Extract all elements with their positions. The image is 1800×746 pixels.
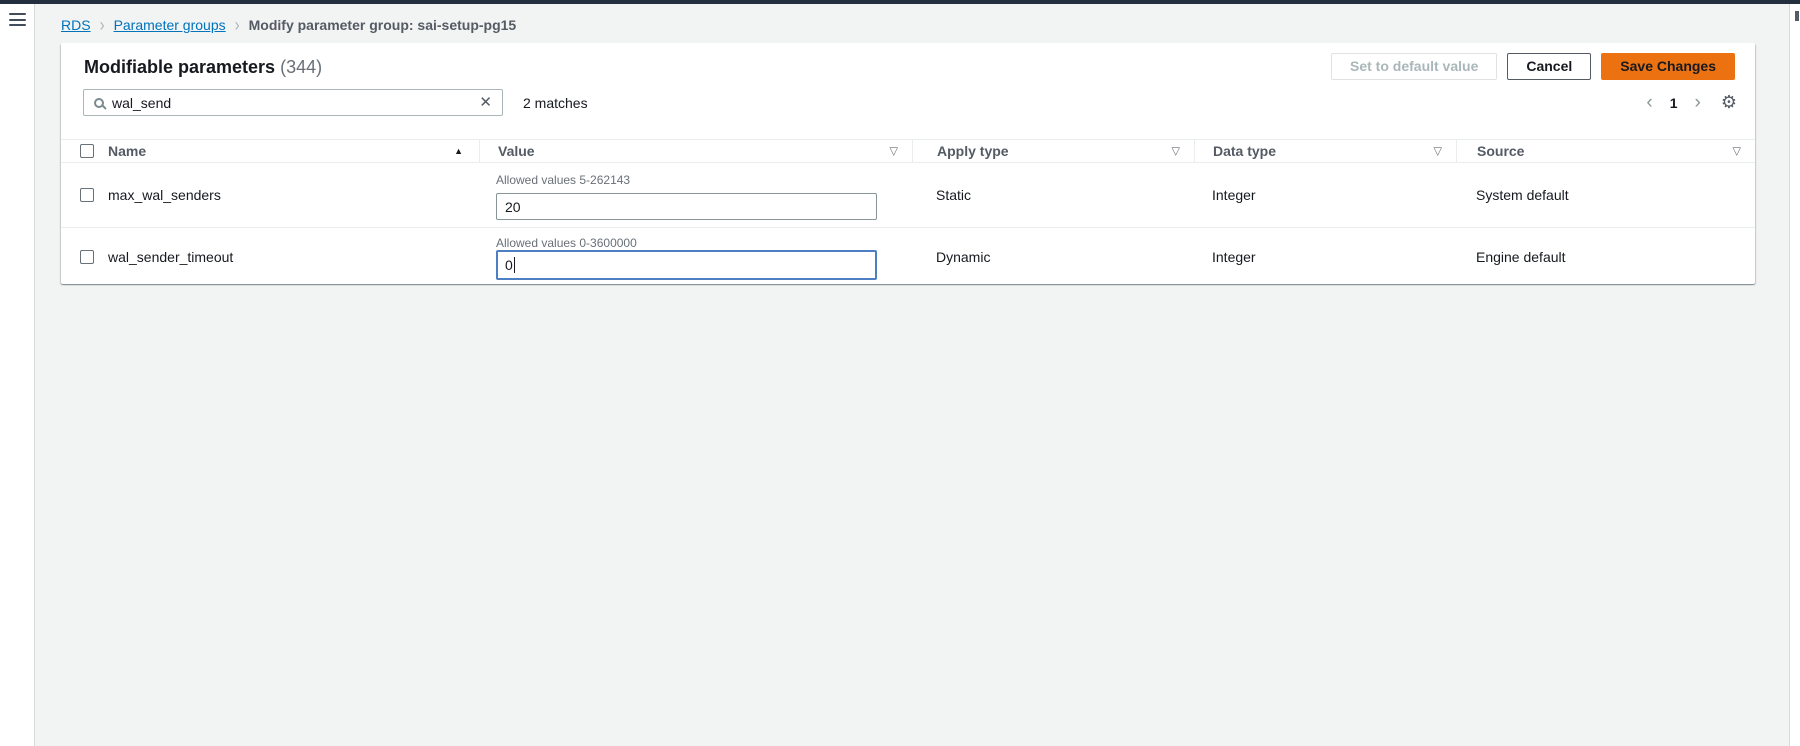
column-header-source-label: Source — [1477, 143, 1524, 159]
header-actions: Set to default value Cancel Save Changes — [1331, 53, 1735, 80]
current-page-number[interactable]: 1 — [1670, 95, 1678, 111]
column-header-name[interactable]: Name ▲ — [100, 143, 479, 159]
text-cursor — [514, 257, 516, 273]
table-row: wal_sender_timeout Allowed values 0-3600… — [61, 228, 1755, 286]
column-header-data-type-label: Data type — [1213, 143, 1276, 159]
parameter-value-cell: Allowed values 5-262143 — [479, 163, 912, 227]
column-header-apply-type-label: Apply type — [937, 143, 1009, 159]
chevron-right-icon: › — [100, 16, 105, 34]
collapsed-right-panel[interactable] — [1789, 4, 1800, 746]
allowed-values-label: Allowed values 5-262143 — [496, 173, 912, 187]
breadcrumb: RDS › Parameter groups › Modify paramete… — [61, 17, 516, 33]
collapsed-left-sidebar — [0, 4, 35, 746]
breadcrumb-link-parameter-groups[interactable]: Parameter groups — [114, 17, 226, 33]
table-header-row: Name ▲ Value ▽ Apply type ▽ Data type ▽ … — [61, 139, 1755, 163]
table-row: max_wal_senders Allowed values 5-262143 … — [61, 163, 1755, 228]
column-header-data-type[interactable]: Data type ▽ — [1194, 139, 1456, 163]
row-select-cell — [61, 228, 100, 286]
source-cell: System default — [1456, 163, 1755, 227]
row-checkbox[interactable] — [80, 188, 94, 202]
previous-page-icon[interactable]: ‹ — [1644, 93, 1654, 112]
breadcrumb-link-rds[interactable]: RDS — [61, 17, 91, 33]
breadcrumb-current: Modify parameter group: sai-setup-pg15 — [249, 17, 517, 33]
table-settings-gear-icon[interactable]: ⚙ — [1721, 92, 1737, 113]
row-checkbox[interactable] — [80, 250, 94, 264]
set-to-default-button[interactable]: Set to default value — [1331, 53, 1497, 80]
console-top-bar — [0, 0, 1800, 4]
page-title-text: Modifiable parameters — [84, 57, 275, 77]
row-select-cell — [61, 163, 100, 227]
column-header-value-label: Value — [498, 143, 535, 159]
clear-search-icon[interactable]: ✕ — [477, 95, 494, 110]
allowed-values-label: Allowed values 0-3600000 — [496, 236, 912, 250]
parameter-name-cell: wal_sender_timeout — [100, 228, 479, 286]
apply-type-cell: Dynamic — [912, 228, 1194, 286]
save-changes-button[interactable]: Save Changes — [1601, 53, 1735, 80]
value-input[interactable] — [496, 193, 877, 220]
sort-ascending-icon: ▲ — [454, 146, 463, 156]
hamburger-menu-icon[interactable] — [9, 13, 26, 26]
filter-icon[interactable]: ▽ — [1434, 145, 1442, 158]
modifiable-parameters-panel: Modifiable parameters (344) Set to defau… — [61, 43, 1755, 284]
chevron-right-icon: › — [235, 16, 240, 34]
column-header-value[interactable]: Value ▽ — [479, 139, 912, 163]
pagination: ‹ 1 › ⚙ — [1644, 89, 1737, 116]
parameter-search-box[interactable]: ✕ — [83, 89, 503, 116]
column-header-apply-type[interactable]: Apply type ▽ — [912, 139, 1194, 163]
column-header-name-label: Name — [108, 143, 146, 159]
filter-icon[interactable]: ▽ — [1172, 145, 1180, 158]
filter-icon[interactable]: ▽ — [890, 145, 898, 158]
page-title-count: (344) — [280, 57, 322, 77]
select-all-checkbox[interactable] — [80, 144, 94, 158]
parameter-value-cell: Allowed values 0-3600000 0 — [479, 228, 912, 286]
right-panel-icon — [1795, 11, 1799, 21]
filter-icon[interactable]: ▽ — [1733, 145, 1741, 158]
data-type-cell: Integer — [1194, 163, 1456, 227]
table-toolbar: ✕ 2 matches — [83, 89, 1737, 116]
search-input[interactable] — [112, 95, 477, 111]
source-cell: Engine default — [1456, 228, 1755, 286]
cancel-button[interactable]: Cancel — [1507, 53, 1591, 80]
page-title: Modifiable parameters (344) — [84, 56, 322, 78]
column-header-source[interactable]: Source ▽ — [1456, 139, 1755, 163]
apply-type-cell: Static — [912, 163, 1194, 227]
parameters-table: Name ▲ Value ▽ Apply type ▽ Data type ▽ … — [61, 139, 1755, 286]
parameter-name-cell: max_wal_senders — [100, 163, 479, 227]
next-page-icon[interactable]: › — [1693, 93, 1703, 112]
search-icon — [94, 98, 104, 108]
value-input-focused[interactable]: 0 — [496, 250, 877, 280]
select-all-cell — [61, 144, 100, 158]
match-count: 2 matches — [523, 95, 588, 111]
data-type-cell: Integer — [1194, 228, 1456, 286]
value-input-text: 0 — [505, 257, 513, 273]
